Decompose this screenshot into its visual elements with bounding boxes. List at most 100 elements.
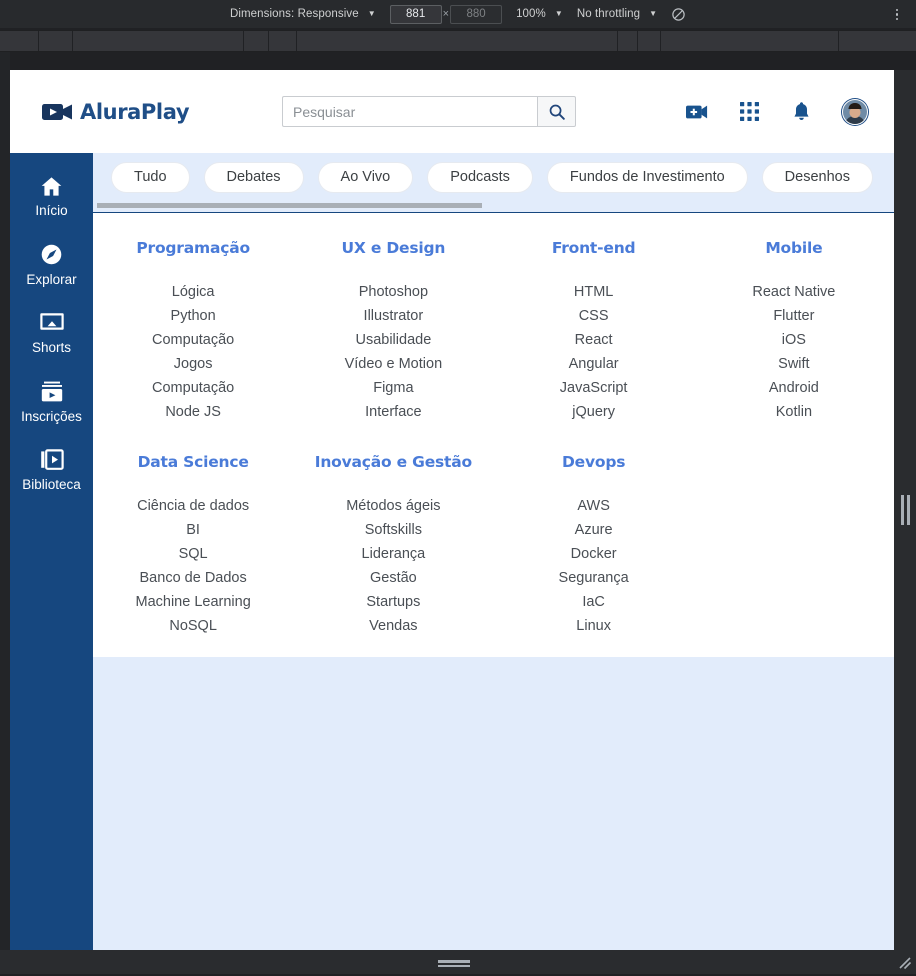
chip-desenhos[interactable]: Desenhos [762,162,873,193]
chevron-down-icon: ▼ [648,10,657,18]
category-title: Inovação e Gestão [293,453,493,471]
category-item[interactable]: Photoshop [293,283,493,301]
category-item[interactable]: IaC [494,593,694,611]
sidebar: Início Explorar Shorts [10,153,93,950]
search-button[interactable] [537,96,576,127]
main-content: Tudo Debates Ao Vivo Podcasts Fundos de … [93,153,894,950]
category-item[interactable]: Banco de Dados [93,569,293,587]
viewport-width-input[interactable] [390,5,442,24]
notifications-bell-icon[interactable] [790,101,812,123]
viewport-width-resize-handle[interactable] [894,70,916,950]
category-item[interactable]: BI [93,521,293,539]
sidebar-item-biblioteca[interactable]: Biblioteca [10,437,93,502]
category-item[interactable]: Node JS [93,403,293,421]
category-item[interactable]: SQL [93,545,293,563]
chip-fundos-de-investimento[interactable]: Fundos de Investimento [547,162,748,193]
category-item[interactable]: Linux [494,617,694,635]
viewport-height-resize-handle[interactable] [438,960,470,967]
sidebar-item-label: Shorts [32,341,71,355]
sidebar-item-inscricoes[interactable]: Inscrições [10,369,93,434]
category-item[interactable]: Docker [494,545,694,563]
avatar[interactable] [842,99,868,125]
category-item[interactable]: jQuery [494,403,694,421]
category-item[interactable]: Computação [93,331,293,349]
category-item[interactable]: Python [93,307,293,325]
category-item[interactable]: NoSQL [93,617,293,635]
category-item[interactable]: CSS [494,307,694,325]
category-item[interactable]: Kotlin [694,403,894,421]
category-item[interactable]: Softskills [293,521,493,539]
category-item[interactable]: Liderança [293,545,493,563]
category-item[interactable]: Startups [293,593,493,611]
no-throttling-icon[interactable] [671,7,686,22]
compass-icon [39,242,65,268]
category-item[interactable]: Azure [494,521,694,539]
category-item[interactable]: Métodos ágeis [293,497,493,515]
site-logo[interactable]: AluraPlay [42,100,282,124]
chip-podcasts[interactable]: Podcasts [427,162,533,193]
subscriptions-icon [39,379,65,405]
category-column-devops: Devops AWS Azure Docker Segurança IaC Li… [494,453,694,635]
sidebar-item-explorar[interactable]: Explorar [10,232,93,297]
chip-bar-scrollbar-thumb[interactable] [97,203,482,208]
sidebar-item-inicio[interactable]: Início [10,163,93,228]
chip-bar-scrollbar[interactable] [93,201,894,213]
category-item[interactable]: Machine Learning [93,593,293,611]
dimensions-selector[interactable]: Dimensions: Responsive ▼ [230,8,376,20]
category-item[interactable]: Segurança [494,569,694,587]
category-chip-bar[interactable]: Tudo Debates Ao Vivo Podcasts Fundos de … [93,153,894,201]
create-video-icon[interactable] [686,101,708,123]
category-title: UX e Design [293,239,493,257]
category-item[interactable]: iOS [694,331,894,349]
category-column-front-end: Front-end HTML CSS React Angular JavaScr… [494,239,694,421]
category-item[interactable]: Interface [293,403,493,421]
category-title: Data Science [93,453,293,471]
apps-grid-icon[interactable] [738,101,760,123]
category-title: Mobile [694,239,894,257]
viewport-top-gutter [0,52,916,70]
viewport-height-input[interactable] [450,5,502,24]
kebab-dot [896,9,899,12]
category-item[interactable]: Usabilidade [293,331,493,349]
chip-debates[interactable]: Debates [204,162,304,193]
sidebar-item-label: Biblioteca [22,478,81,492]
category-item[interactable]: Swift [694,355,894,373]
category-item[interactable]: React Native [694,283,894,301]
sidebar-item-label: Início [35,204,67,218]
sidebar-item-shorts[interactable]: Shorts [10,300,93,365]
more-options-icon[interactable] [886,0,908,29]
dimensions-label: Dimensions: Responsive [230,8,359,20]
category-item[interactable]: Figma [293,379,493,397]
category-item[interactable]: Jogos [93,355,293,373]
category-item[interactable]: Flutter [694,307,894,325]
category-item[interactable]: Computação [93,379,293,397]
chip-tudo[interactable]: Tudo [111,162,190,193]
throttling-selector[interactable]: No throttling ▼ [577,8,657,20]
category-item[interactable]: Android [694,379,894,397]
category-item[interactable]: Angular [494,355,694,373]
category-column-programacao: Programação Lógica Python Computação Jog… [93,239,293,421]
category-item[interactable]: JavaScript [494,379,694,397]
header-actions [686,70,868,153]
category-item[interactable]: Vídeo e Motion [293,355,493,373]
chip-label: Podcasts [450,169,510,185]
throttling-label: No throttling [577,8,640,20]
category-item[interactable]: AWS [494,497,694,515]
kebab-dot [896,18,899,21]
avatar-face [850,107,861,118]
category-list: AWS Azure Docker Segurança IaC Linux [494,497,694,635]
chip-ao-vivo[interactable]: Ao Vivo [318,162,414,193]
grip-line [438,965,470,968]
category-item[interactable]: Vendas [293,617,493,635]
category-list: HTML CSS React Angular JavaScript jQuery [494,283,694,421]
viewport-ruler[interactable] [0,30,916,52]
viewport-corner-resize-handle[interactable] [897,955,913,971]
category-item[interactable]: Lógica [93,283,293,301]
category-item[interactable]: Gestão [293,569,493,587]
category-item[interactable]: React [494,331,694,349]
zoom-selector[interactable]: 100% ▼ [516,8,563,20]
category-item[interactable]: HTML [494,283,694,301]
search-input[interactable] [282,96,537,127]
category-item[interactable]: Illustrator [293,307,493,325]
category-item[interactable]: Ciência de dados [93,497,293,515]
